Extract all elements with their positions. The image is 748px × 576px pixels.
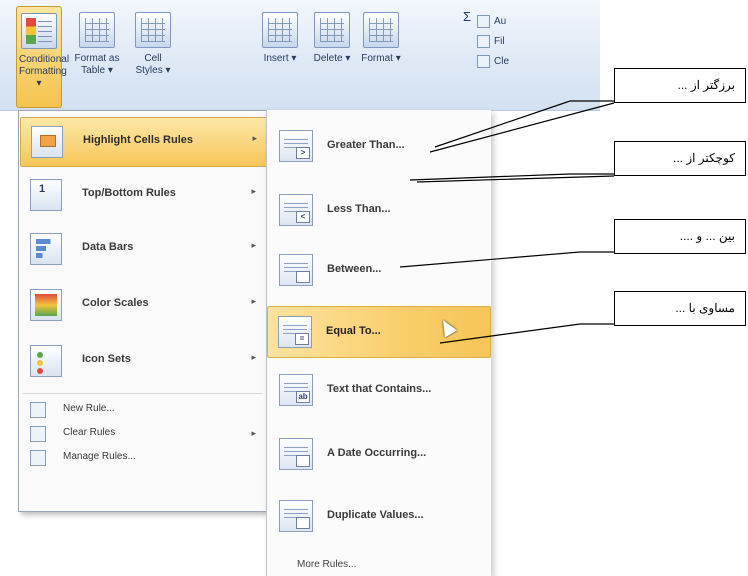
leader-line-equal-to (439, 323, 614, 344)
leader-line-greater-than-2 (429, 102, 615, 153)
leader-line-greater-than (434, 100, 614, 148)
callout-leader-lines (399, 100, 615, 344)
leader-line-between (399, 251, 614, 268)
